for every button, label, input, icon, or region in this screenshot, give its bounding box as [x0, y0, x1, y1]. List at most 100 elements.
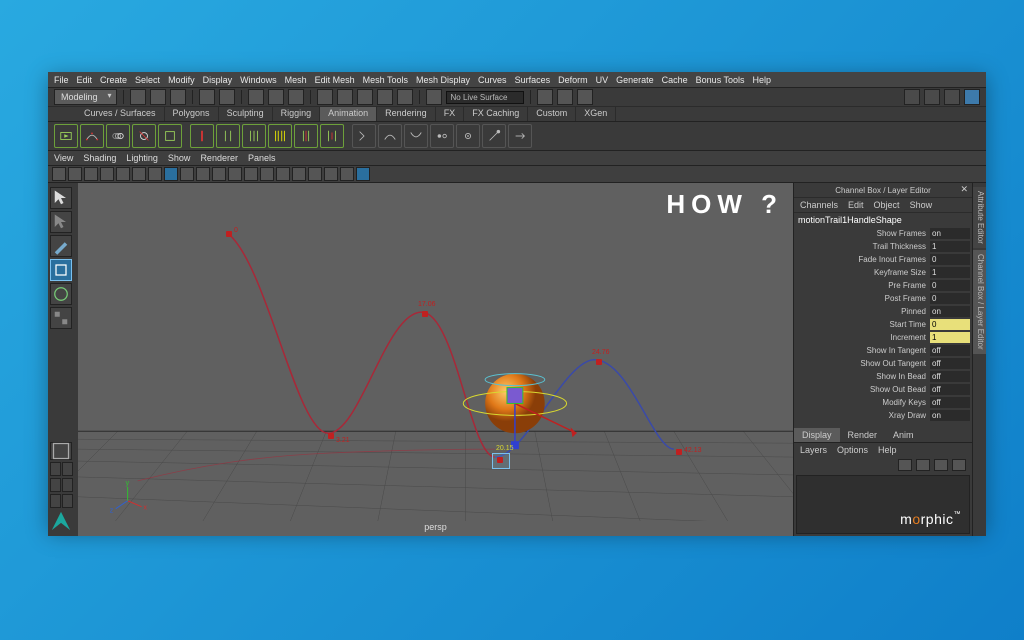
pt-lock-cam-icon[interactable]: [68, 167, 82, 181]
shelf-keysel-icon[interactable]: [294, 124, 318, 148]
redo-icon[interactable]: [219, 89, 235, 105]
viewport[interactable]: x y z 0 3.21 17.06 20.15 24.76 42.13 HOW…: [78, 183, 793, 536]
chan-tab-show[interactable]: Show: [910, 200, 933, 210]
paint-select-icon[interactable]: [288, 89, 304, 105]
pt-gate-mask-icon[interactable]: [180, 167, 194, 181]
account-icon[interactable]: [944, 89, 960, 105]
shelf-tab-fx[interactable]: FX: [436, 107, 465, 121]
shelf-setkey-icon[interactable]: [190, 124, 214, 148]
chan-tab-edit[interactable]: Edit: [848, 200, 864, 210]
keyframe-4[interactable]: [596, 359, 602, 365]
undo-icon[interactable]: [199, 89, 215, 105]
panel-lighting[interactable]: Lighting: [126, 153, 158, 163]
snap-grid-icon[interactable]: [317, 89, 333, 105]
help-menu[interactable]: Help: [878, 445, 897, 455]
pt-shadows-icon[interactable]: [260, 167, 274, 181]
shelf-tab-fxcaching[interactable]: FX Caching: [464, 107, 528, 121]
save-scene-icon[interactable]: [170, 89, 186, 105]
shelf-tab-custom[interactable]: Custom: [528, 107, 576, 121]
shelf-tab-rendering[interactable]: Rendering: [377, 107, 436, 121]
panel-show[interactable]: Show: [168, 153, 191, 163]
shelf-constraint1-icon[interactable]: [430, 124, 454, 148]
pt-xray-icon[interactable]: [308, 167, 322, 181]
paint-tool-icon[interactable]: [50, 235, 72, 257]
attr-value[interactable]: off: [930, 358, 970, 369]
shelf-unghost-icon[interactable]: [132, 124, 156, 148]
pt-shaded-icon[interactable]: [212, 167, 226, 181]
shelf-constraint2-icon[interactable]: [456, 124, 480, 148]
menu-editmesh[interactable]: Edit Mesh: [315, 75, 355, 85]
menu-cache[interactable]: Cache: [662, 75, 688, 85]
layer-down-icon[interactable]: [934, 459, 948, 471]
sym-icon[interactable]: [537, 89, 553, 105]
shelf-tab-curves[interactable]: Curves / Surfaces: [76, 107, 165, 121]
display-tab[interactable]: Display: [794, 428, 840, 442]
shelf-curve2-icon[interactable]: [404, 124, 428, 148]
layout-icon[interactable]: [904, 89, 920, 105]
keyframe-1[interactable]: [328, 433, 334, 439]
snap-live-icon[interactable]: [397, 89, 413, 105]
attr-value[interactable]: 0: [930, 293, 970, 304]
attr-value[interactable]: 0: [930, 280, 970, 291]
shelf-inserkey-icon[interactable]: [320, 124, 344, 148]
sym2-icon[interactable]: [557, 89, 573, 105]
menu-select[interactable]: Select: [135, 75, 160, 85]
anim-tab[interactable]: Anim: [885, 428, 922, 442]
shelf-playblast-icon[interactable]: [54, 124, 78, 148]
menu-curves[interactable]: Curves: [478, 75, 507, 85]
channel-object-name[interactable]: motionTrail1HandleShape: [794, 213, 972, 227]
new-scene-icon[interactable]: [130, 89, 146, 105]
shelf-curve1-icon[interactable]: [378, 124, 402, 148]
chan-tab-channels[interactable]: Channels: [800, 200, 838, 210]
layers-menu[interactable]: Layers: [800, 445, 827, 455]
layout4-icon[interactable]: [62, 478, 73, 492]
shelf-constraint3-icon[interactable]: [482, 124, 506, 148]
pt-textured-icon[interactable]: [228, 167, 242, 181]
shelf-constraint4-icon[interactable]: [508, 124, 532, 148]
sym3-icon[interactable]: [577, 89, 593, 105]
layer-new-icon[interactable]: [898, 459, 912, 471]
rotate-tool-icon[interactable]: [50, 283, 72, 305]
options-menu[interactable]: Options: [837, 445, 868, 455]
channel-box-tab[interactable]: Channel Box / Layer Editor: [973, 250, 986, 354]
snap-plane-icon[interactable]: [377, 89, 393, 105]
pt-select-cam-icon[interactable]: [52, 167, 66, 181]
attr-value[interactable]: off: [930, 384, 970, 395]
menu-uv[interactable]: UV: [596, 75, 609, 85]
attr-value[interactable]: on: [930, 228, 970, 239]
layout1-icon[interactable]: [50, 462, 61, 476]
select-mode-icon[interactable]: [248, 89, 264, 105]
menu-windows[interactable]: Windows: [240, 75, 277, 85]
scale-tool-icon[interactable]: [50, 307, 72, 329]
attr-value[interactable]: off: [930, 345, 970, 356]
pt-ao-icon[interactable]: [276, 167, 290, 181]
layout5-icon[interactable]: [50, 494, 61, 508]
menu-generate[interactable]: Generate: [616, 75, 654, 85]
attr-value[interactable]: 0: [930, 319, 970, 330]
shelf-tab-xgen[interactable]: XGen: [576, 107, 616, 121]
menu-help[interactable]: Help: [753, 75, 772, 85]
close-icon[interactable]: ✕: [960, 184, 968, 195]
panel-renderer[interactable]: Renderer: [200, 153, 238, 163]
chan-tab-object[interactable]: Object: [874, 200, 900, 210]
keyframe-0[interactable]: [226, 231, 232, 237]
layout-toggle-icon[interactable]: [50, 442, 72, 460]
attr-value[interactable]: 1: [930, 267, 970, 278]
pt-wireframe-icon[interactable]: [196, 167, 210, 181]
keyframe-3[interactable]: [497, 457, 503, 463]
menu-mesh[interactable]: Mesh: [285, 75, 307, 85]
layout2-icon[interactable]: [62, 462, 73, 476]
grid-pref-icon[interactable]: [964, 89, 980, 105]
shelf-tab-animation[interactable]: Animation: [320, 107, 377, 121]
panel-shading[interactable]: Shading: [83, 153, 116, 163]
shelf-motiontrail-icon[interactable]: [80, 124, 104, 148]
attr-value[interactable]: off: [930, 371, 970, 382]
lasso-tool-icon[interactable]: [50, 211, 72, 233]
shelf-tab-polygons[interactable]: Polygons: [165, 107, 219, 121]
pt-image-plane-icon[interactable]: [100, 167, 114, 181]
layout6-icon[interactable]: [62, 494, 73, 508]
panel-panels[interactable]: Panels: [248, 153, 276, 163]
menu-meshtools[interactable]: Mesh Tools: [363, 75, 408, 85]
pt-isolate-icon[interactable]: [340, 167, 354, 181]
workspace-icon[interactable]: [924, 89, 940, 105]
